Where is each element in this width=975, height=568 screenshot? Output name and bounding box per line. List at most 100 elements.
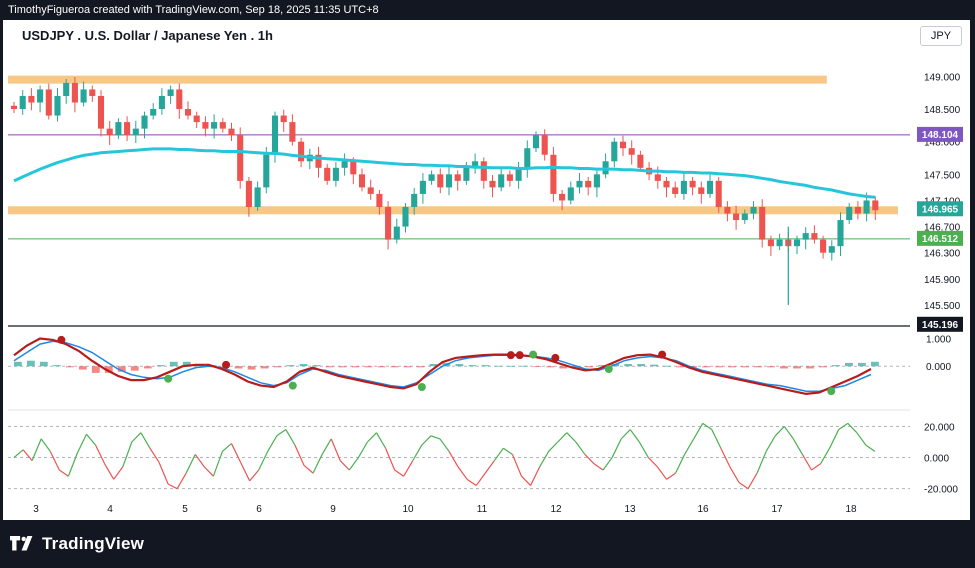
price-axis-tick: 147.500 xyxy=(924,170,961,181)
candle-body xyxy=(724,206,731,214)
momentum-line-segment xyxy=(629,429,640,443)
candle-body xyxy=(463,167,470,181)
candle-body xyxy=(480,161,487,181)
momentum-line-segment xyxy=(493,447,504,462)
histogram-bar xyxy=(741,366,749,368)
momentum-line-segment xyxy=(86,433,97,446)
candle-body xyxy=(367,187,374,194)
candle-body xyxy=(854,206,861,214)
histogram-bar xyxy=(286,365,295,367)
x-axis-tick: 16 xyxy=(697,504,709,515)
candle-body xyxy=(419,180,426,194)
momentum-line-segment xyxy=(303,464,314,474)
momentum-line-segment xyxy=(367,432,377,443)
cross-marker xyxy=(604,365,613,373)
momentum-line-segment xyxy=(484,460,495,474)
momentum-line-segment xyxy=(847,422,858,434)
candle-body xyxy=(532,135,540,149)
momentum-line-segment xyxy=(729,466,740,483)
x-axis-tick: 18 xyxy=(845,504,857,515)
histogram-bar xyxy=(377,366,386,368)
candle-body xyxy=(298,141,305,162)
momentum-line-segment xyxy=(285,429,296,446)
momentum-line-segment xyxy=(693,423,704,440)
zone-band xyxy=(8,75,827,84)
candle-body xyxy=(759,206,766,240)
histogram-bar xyxy=(91,366,100,373)
momentum-line-segment xyxy=(385,447,396,471)
cross-marker xyxy=(222,360,231,369)
momentum-line-segment xyxy=(656,466,667,480)
momentum-line-segment xyxy=(222,443,232,452)
candle-body xyxy=(63,82,70,96)
momentum-line-segment xyxy=(457,466,468,480)
candle-body xyxy=(19,95,26,110)
candle-body xyxy=(150,109,157,116)
momentum-line-segment xyxy=(838,422,849,431)
momentum-line-segment xyxy=(249,469,260,482)
axis-layer: 149.000148.500148.000147.500147.100146.7… xyxy=(8,72,963,515)
momentum-line-segment xyxy=(240,461,251,482)
momentum-line-segment xyxy=(375,432,387,449)
momentum-line-segment xyxy=(557,432,568,443)
momentum-line-segment xyxy=(176,472,187,489)
momentum-line-segment xyxy=(294,444,305,466)
momentum-line-segment xyxy=(22,449,33,462)
momentum-line-segment xyxy=(783,426,794,440)
momentum-line-segment xyxy=(339,460,350,471)
momentum-axis-tick: 0.000 xyxy=(924,454,949,465)
cross-marker xyxy=(515,351,524,360)
momentum-line-segment xyxy=(276,429,287,437)
candle-body xyxy=(263,154,270,188)
candle-body xyxy=(106,128,113,136)
candle-body xyxy=(245,180,252,207)
histogram-bar xyxy=(546,366,555,368)
x-axis-tick: 11 xyxy=(477,504,488,515)
histogram-bar xyxy=(819,366,827,368)
momentum-line-segment xyxy=(230,443,242,463)
chart-title: USDJPY . U.S. Dollar / Japanese Yen . 1h xyxy=(22,28,273,43)
histogram-bar xyxy=(455,364,464,367)
momentum-line-segment xyxy=(439,438,450,452)
x-axis-tick: 10 xyxy=(402,504,414,515)
candle-body xyxy=(158,95,165,110)
momentum-line-segment xyxy=(412,444,423,461)
momentum-line-segment xyxy=(856,432,867,446)
histogram-bar xyxy=(780,366,788,369)
candle-body xyxy=(167,89,174,96)
histogram-bar xyxy=(507,365,516,367)
histogram-bar xyxy=(156,365,165,367)
histogram-bar xyxy=(130,366,139,371)
candle-body xyxy=(54,95,61,116)
histogram-bar xyxy=(702,366,710,368)
histogram-bar xyxy=(65,366,74,368)
momentum-line-segment xyxy=(638,441,649,458)
momentum-line-segment xyxy=(448,451,459,468)
momentum-line-segment xyxy=(801,454,813,471)
cross-marker xyxy=(551,353,560,362)
currency-button[interactable]: JPY xyxy=(920,26,962,46)
candle-body xyxy=(350,161,357,175)
candle-body xyxy=(611,141,618,162)
momentum-line-segment xyxy=(421,435,432,446)
candle-body xyxy=(80,89,87,103)
candle-body xyxy=(124,122,131,136)
chart-svg: 149.000148.500148.000147.500147.100146.7… xyxy=(8,72,963,515)
histogram-bar xyxy=(715,366,723,368)
tradingview-brand[interactable]: TradingView xyxy=(10,534,144,554)
cross-marker xyxy=(827,387,836,396)
histogram-bar xyxy=(624,364,633,367)
histogram-bar xyxy=(416,366,425,368)
candle-body xyxy=(567,187,574,201)
candle-body xyxy=(828,246,835,253)
candle-body xyxy=(28,95,35,103)
candle-body xyxy=(289,122,296,142)
candle-body xyxy=(550,154,557,194)
price-axis-tick: 146.300 xyxy=(924,249,961,260)
histogram-bar xyxy=(728,366,736,368)
candle-body xyxy=(341,161,348,168)
candle-body xyxy=(45,89,52,116)
histogram-bar xyxy=(169,361,178,367)
cross-marker xyxy=(529,350,538,359)
momentum-line-segment xyxy=(602,457,613,471)
